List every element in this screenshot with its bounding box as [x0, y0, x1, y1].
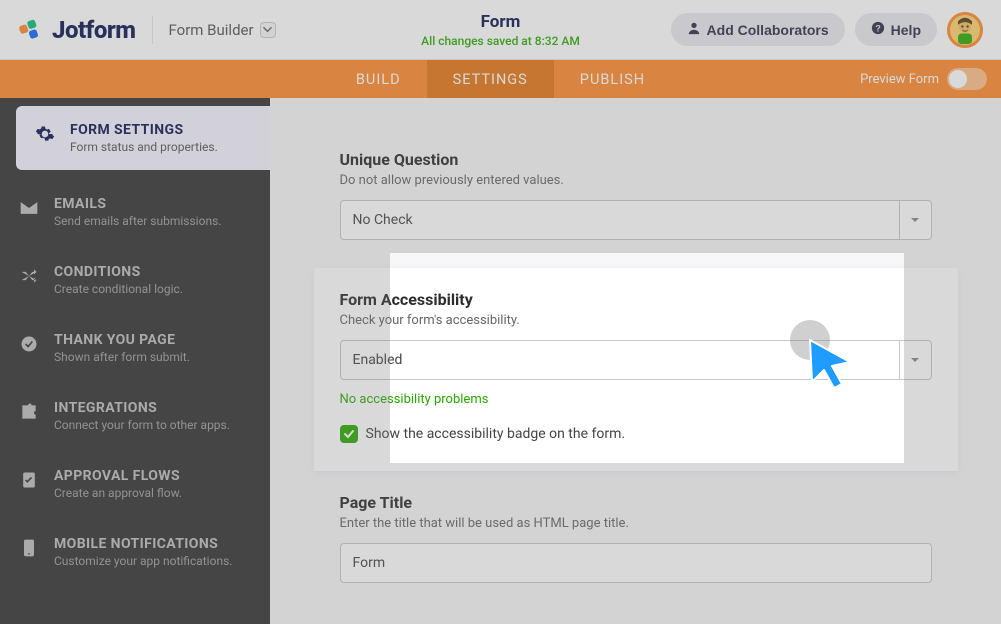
tab-build[interactable]: BUILD [330, 60, 427, 98]
avatar[interactable] [947, 12, 983, 48]
sidebar-item-desc: Form status and properties. [70, 140, 218, 154]
topbar-right: Add Collaborators ? Help [671, 12, 983, 48]
clipboard-check-icon [18, 470, 40, 490]
sidebar-item-conditions[interactable]: CONDITIONS Create conditional logic. [0, 246, 270, 314]
checkbox-label: Show the accessibility badge on the form… [366, 426, 626, 442]
sidebar-item-emails[interactable]: EMAILS Send emails after submissions. [0, 178, 270, 246]
top-bar: Jotform Form Builder Form All changes sa… [0, 0, 1001, 60]
select-value: No Check [341, 201, 899, 239]
section-page-title: Page Title Enter the title that will be … [314, 471, 958, 611]
sidebar-item-label: THANK YOU PAGE [54, 332, 190, 348]
sidebar-item-label: EMAILS [54, 196, 221, 212]
section-title: Unique Question [340, 150, 932, 169]
add-collaborators-button[interactable]: Add Collaborators [671, 13, 845, 46]
question-icon: ? [871, 21, 885, 38]
sidebar-item-label: APPROVAL FLOWS [54, 468, 182, 484]
section-desc: Check your form's accessibility. [340, 313, 932, 328]
select-value: Enabled [341, 341, 899, 379]
sidebar-item-desc: Customize your app notifications. [54, 554, 232, 568]
sidebar-item-label: CONDITIONS [54, 264, 183, 280]
accessibility-status: No accessibility problems [340, 392, 932, 407]
mail-icon [18, 198, 40, 218]
logo-mark-icon [18, 17, 44, 43]
form-builder-label: Form Builder [169, 21, 254, 39]
preview-form-label: Preview Form [860, 72, 939, 87]
chevron-down-icon[interactable] [899, 201, 931, 239]
sidebar-item-form-settings[interactable]: FORM SETTINGS Form status and properties… [16, 106, 270, 170]
help-button[interactable]: ? Help [855, 13, 937, 46]
sidebar-item-label: MOBILE NOTIFICATIONS [54, 536, 232, 552]
sidebar-item-desc: Shown after form submit. [54, 350, 190, 364]
shuffle-icon [18, 266, 40, 286]
tab-publish[interactable]: PUBLISH [554, 60, 671, 98]
accessibility-badge-row: Show the accessibility badge on the form… [340, 425, 932, 443]
page-title-input[interactable]: Form [340, 543, 932, 583]
sidebar-item-desc: Create an approval flow. [54, 486, 182, 500]
svg-text:?: ? [875, 24, 880, 34]
gear-icon [34, 124, 56, 144]
form-title[interactable]: Form [421, 12, 580, 32]
sidebar-item-label: INTEGRATIONS [54, 400, 230, 416]
chevron-down-icon [260, 22, 276, 38]
help-label: Help [891, 22, 921, 38]
sidebar: FORM SETTINGS Form status and properties… [0, 98, 270, 624]
person-icon [687, 21, 701, 38]
header-center: Form All changes saved at 8:32 AM [421, 12, 580, 48]
section-form-accessibility: Form Accessibility Check your form's acc… [314, 268, 958, 471]
puzzle-icon [18, 402, 40, 422]
chevron-down-icon[interactable] [899, 341, 931, 379]
tab-settings[interactable]: SETTINGS [427, 60, 554, 98]
section-title: Page Title [340, 493, 932, 512]
logo-text: Jotform [52, 16, 136, 44]
sidebar-item-thank-you[interactable]: THANK YOU PAGE Shown after form submit. [0, 314, 270, 382]
save-status: All changes saved at 8:32 AM [421, 34, 580, 48]
form-builder-dropdown[interactable]: Form Builder [169, 21, 276, 39]
preview-toggle[interactable] [947, 68, 987, 90]
phone-icon [18, 538, 40, 558]
sidebar-item-desc: Create conditional logic. [54, 282, 183, 296]
section-title: Form Accessibility [340, 290, 932, 309]
accessibility-select[interactable]: Enabled [340, 340, 932, 380]
tabs-bar: BUILD SETTINGS PUBLISH Preview Form [0, 60, 1001, 98]
unique-question-select[interactable]: No Check [340, 200, 932, 240]
sidebar-item-integrations[interactable]: INTEGRATIONS Connect your form to other … [0, 382, 270, 450]
sidebar-item-mobile-notifications[interactable]: MOBILE NOTIFICATIONS Customize your app … [0, 518, 270, 586]
sidebar-item-label: FORM SETTINGS [70, 122, 218, 138]
section-unique-question: Unique Question Do not allow previously … [314, 128, 958, 268]
toolbar-divider [152, 16, 153, 44]
check-circle-icon [18, 334, 40, 354]
sidebar-item-desc: Send emails after submissions. [54, 214, 221, 228]
add-collaborators-label: Add Collaborators [707, 22, 829, 38]
section-desc: Do not allow previously entered values. [340, 173, 932, 188]
sidebar-item-desc: Connect your form to other apps. [54, 418, 230, 432]
sidebar-item-approval-flows[interactable]: APPROVAL FLOWS Create an approval flow. [0, 450, 270, 518]
accessibility-badge-checkbox[interactable] [340, 425, 358, 443]
main-layout: FORM SETTINGS Form status and properties… [0, 98, 1001, 624]
logo[interactable]: Jotform [18, 16, 136, 44]
content-pane: Unique Question Do not allow previously … [270, 98, 1001, 624]
preview-form-toggle: Preview Form [860, 60, 987, 98]
section-desc: Enter the title that will be used as HTM… [340, 516, 932, 531]
